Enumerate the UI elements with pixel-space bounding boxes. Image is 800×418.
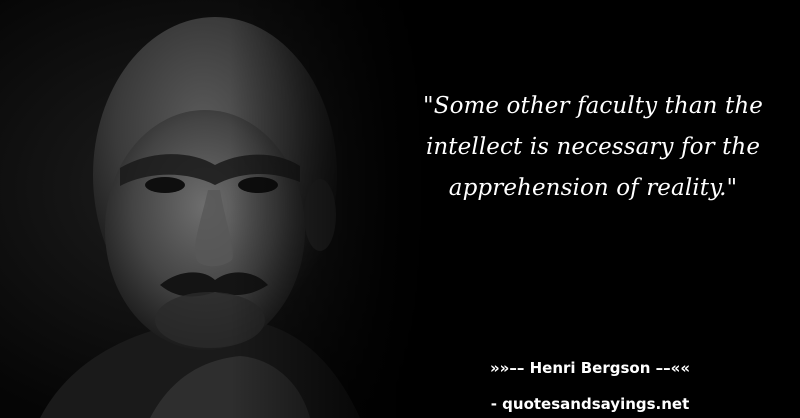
portrait-photo [0, 0, 560, 418]
author-attribution: »»–– Henri Bergson ––«« [489, 359, 691, 377]
quote-text: "Some other faculty than the intellect i… [423, 93, 763, 201]
quote-card: "Some other faculty than the intellect i… [0, 0, 800, 418]
source-website: - quotesandsayings.net [490, 395, 690, 413]
